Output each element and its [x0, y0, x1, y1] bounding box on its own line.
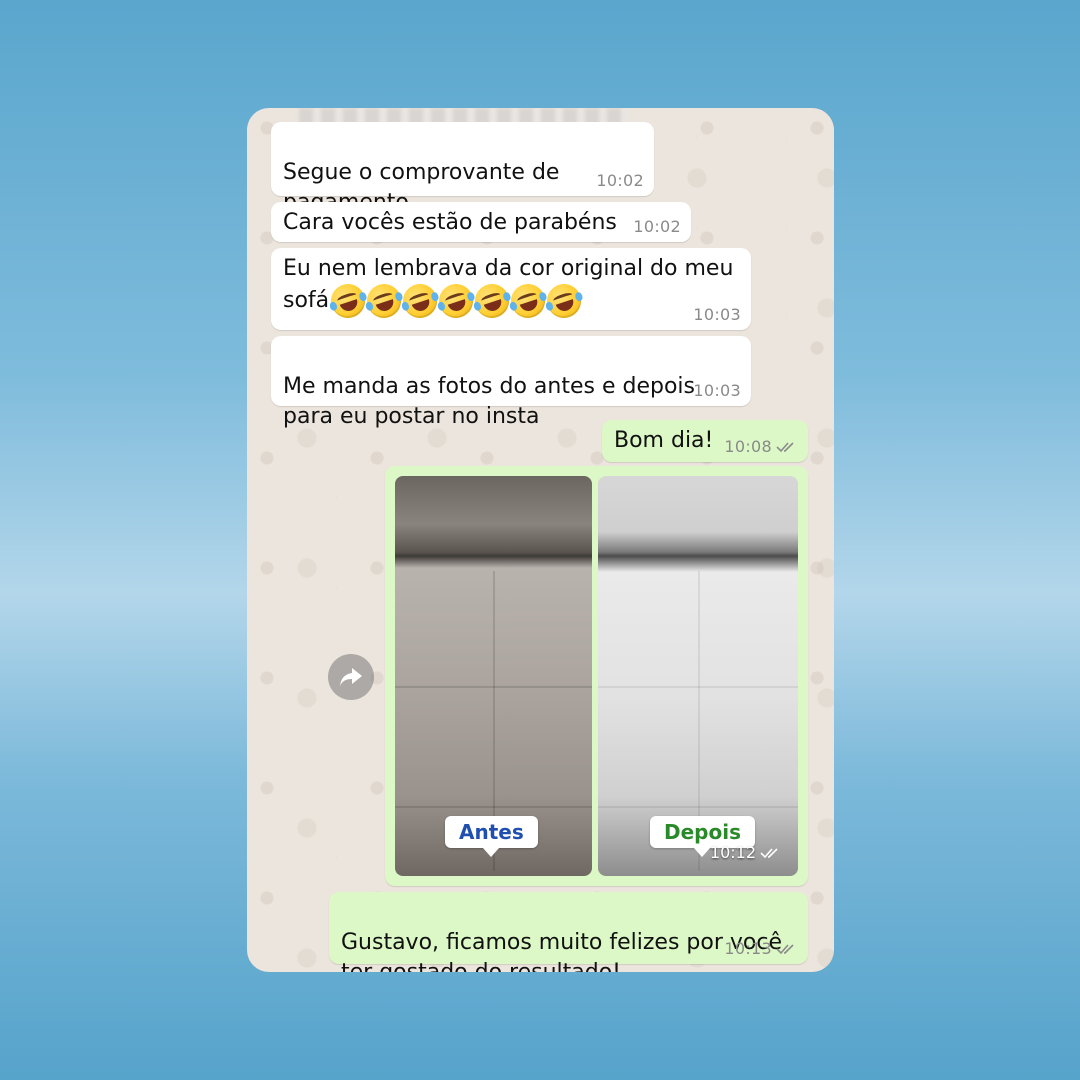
incoming-message[interactable]: Eu nem lembrava da cor original do meu s… — [271, 248, 751, 330]
message-time-text: 10:12 — [709, 843, 756, 862]
forward-button[interactable] — [328, 654, 374, 700]
message-time-text: 10:02 — [633, 217, 681, 236]
message-text-line-1: Eu nem lembrava da cor original do meu — [283, 256, 734, 281]
rolling-on-floor-laughing-emoji — [434, 279, 478, 323]
double-check-icon — [776, 944, 794, 955]
double-check-icon — [760, 847, 778, 858]
message-text-line-2: sofá — [283, 279, 739, 323]
double-check-icon — [776, 442, 794, 453]
message-time: 10:13 — [724, 940, 798, 958]
message-time: 10:02 — [596, 172, 644, 190]
outgoing-message[interactable]: Gustavo, ficamos muito felizes por você … — [329, 892, 808, 972]
chat-screen: Segue o comprovante de pagamento 10:02 C… — [247, 108, 834, 972]
message-time-text: 10:03 — [693, 381, 741, 400]
rolling-on-floor-laughing-emoji — [470, 279, 514, 323]
emoji-row — [326, 279, 586, 323]
message-time: 10:03 — [693, 382, 741, 400]
incoming-message[interactable]: Me manda as fotos do antes e depois para… — [271, 336, 751, 429]
message-text: Cara vocês estão de parabéns — [283, 210, 617, 235]
forward-arrow-icon — [340, 668, 362, 686]
outgoing-message[interactable]: Bom dia! 10:08 — [602, 420, 808, 462]
incoming-message[interactable]: Cara vocês estão de parabéns 10:02 — [271, 202, 691, 242]
before-label: Antes — [445, 816, 538, 857]
rolling-on-floor-laughing-emoji — [398, 279, 442, 323]
message-time: 10:08 — [724, 438, 798, 456]
rolling-on-floor-laughing-emoji — [506, 279, 550, 323]
rolling-on-floor-laughing-emoji — [326, 279, 370, 323]
message-time: 10:03 — [693, 306, 741, 324]
message-time-text: 10:03 — [693, 305, 741, 324]
message-time-text: 10:13 — [724, 939, 772, 958]
incoming-message[interactable]: Segue o comprovante de pagamento 10:02 — [271, 122, 654, 215]
before-photo[interactable]: Antes — [395, 476, 592, 876]
after-photo[interactable]: Depois 10:12 — [598, 476, 798, 876]
message-time-text: 10:08 — [724, 437, 772, 456]
message-time-text: 10:02 — [596, 171, 644, 190]
rolling-on-floor-laughing-emoji — [362, 279, 406, 323]
message-time: 10:02 — [633, 218, 681, 236]
rolling-on-floor-laughing-emoji — [542, 279, 586, 323]
message-time: 10:12 — [710, 843, 782, 862]
image-message[interactable]: Antes Depois 10:12 — [385, 466, 808, 886]
message-text-sofa: sofá — [283, 288, 330, 313]
